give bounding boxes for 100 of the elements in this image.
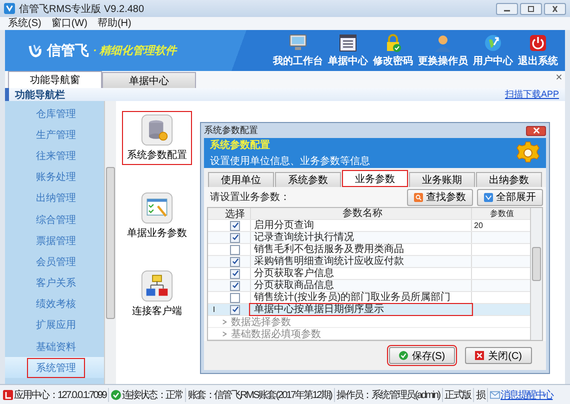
sidebar-label: 综合管理 [35, 214, 77, 228]
download-app-link[interactable]: 扫描下载APP [504, 88, 559, 101]
checkbox[interactable] [230, 220, 240, 230]
close-icon [532, 127, 540, 134]
window-title: 信管飞RMS专业版 V9.2.480 [19, 2, 146, 16]
feature-button[interactable]: 连接客户端 [122, 267, 192, 321]
database-gear-icon [141, 114, 173, 146]
status-text: 损 [476, 388, 485, 402]
checkbox[interactable] [230, 292, 240, 302]
toolbar-button[interactable]: 我的工作台 [272, 33, 324, 68]
status-text: 操作员：系统管理员(admin) [336, 388, 440, 402]
scrollbar[interactable] [530, 208, 542, 340]
column-header: 参数值 [489, 208, 515, 219]
sidebar-label: 账务处理 [35, 170, 77, 186]
checkbox[interactable] [230, 304, 240, 314]
sidebar-label: 会员管理 [35, 256, 77, 270]
toolbar-button[interactable]: 退出系统 [517, 33, 559, 68]
sidebar-label: 扩展应用 [35, 318, 77, 334]
sidebar-label: 出纳管理 [35, 192, 77, 206]
sidebar-label: 系统管理 [27, 358, 85, 378]
table-cell: 启用分页查询 [250, 220, 472, 231]
table-row[interactable]: 分页获取商品信息 [208, 280, 530, 292]
dialog-button[interactable]: 保存(S) [388, 347, 456, 364]
row-indicator: I [212, 305, 216, 314]
toolbar-button[interactable]: 单据中心 [327, 33, 369, 68]
checkbox[interactable] [230, 244, 240, 254]
table-cell-text: 20 [473, 221, 484, 230]
table-cell: 销售统计(按业务员)的部门取业务员所属部门 [250, 292, 472, 303]
sidebar-label: 仓库管理 [35, 108, 77, 122]
table-row[interactable]: 采购销售明细查询统计应收应付款 [208, 256, 530, 268]
power-icon [528, 33, 548, 53]
tab[interactable]: 业务账期 [409, 172, 475, 187]
table-cell: 分页获取客户信息 [250, 268, 472, 279]
feature-button[interactable]: 单据业务参数 [122, 189, 192, 243]
logo-text: 信管飞 [47, 42, 89, 60]
tab[interactable]: 使用单位 [208, 172, 274, 187]
tab[interactable]: 功能导航窗 [8, 71, 102, 88]
settings-icon [516, 141, 540, 165]
scrollbar[interactable] [104, 101, 116, 384]
toolbar-button[interactable]: 更换操作员 [417, 33, 469, 68]
sidebar-label: 票据管理 [35, 234, 77, 249]
table-cell: 销售毛利不包括服务及费用类商品 [250, 244, 472, 255]
sidebar-label: 客户关系 [35, 276, 77, 292]
table-cell: 采购销售明细查询统计应收应付款 [250, 256, 472, 267]
dialog-button[interactable]: 关闭(C) [465, 347, 532, 364]
column-header: 参数名称 [250, 208, 472, 219]
menu-item[interactable]: 系统(S) [8, 17, 42, 30]
nav-title: 功能导航栏 [15, 88, 65, 102]
tab[interactable]: 业务参数 [342, 170, 408, 187]
toolbar-button[interactable]: 修改密码 [372, 33, 414, 68]
tab[interactable]: 单据中心 [102, 72, 196, 88]
maximize-button[interactable] [520, 2, 542, 14]
table-row[interactable]: I 单据中心按单据日期倒序显示 [208, 304, 530, 316]
sidebar-label: 基础资料 [35, 340, 77, 355]
toolbar-button[interactable]: 用户中心 [472, 33, 514, 68]
list-icon [338, 33, 358, 53]
toolbar-button[interactable]: 全部展开 [477, 188, 543, 206]
prompt-label: 请设置业务参数： [210, 190, 290, 204]
dialog-heading: 系统参数配置 [210, 138, 271, 152]
check-icon [111, 390, 122, 400]
group-label: 数据选择参数 [231, 316, 291, 328]
checkbox[interactable] [230, 280, 240, 290]
close-icon [550, 6, 560, 12]
settings-window-icon [141, 192, 173, 224]
feature-button[interactable]: 系统参数配置 [122, 111, 192, 165]
dialog-subtitle: 设置使用单位信息、业务参数等信息 [210, 154, 370, 168]
status-text: 连接状态：正常 [122, 388, 183, 402]
checkbox[interactable] [230, 268, 240, 278]
dialog-title: 系统参数配置 [204, 124, 258, 137]
monitor-icon [288, 33, 308, 53]
table-cell: 单据中心按单据日期倒序显示 [250, 304, 472, 315]
network-icon [141, 270, 173, 302]
sidebar-label: 生产管理 [35, 128, 77, 143]
table-cell: 分页获取商品信息 [250, 280, 472, 291]
search-icon [414, 192, 423, 202]
table-row[interactable]: 记录查询统计执行情况 [208, 232, 530, 244]
tab[interactable]: 系统参数 [275, 172, 341, 187]
minimize-button[interactable] [496, 2, 518, 14]
mail-icon [490, 390, 500, 400]
close-button[interactable] [544, 2, 566, 14]
sidebar-label: 往来管理 [35, 150, 77, 164]
close-icon [475, 351, 484, 360]
expand-icon [484, 192, 493, 202]
checkbox[interactable] [230, 232, 240, 242]
status-text: 正式版 [444, 388, 471, 402]
close-icon[interactable] [556, 74, 562, 80]
toolbar-button[interactable]: 查找参数 [407, 188, 473, 206]
maximize-icon [526, 6, 536, 12]
status-text: 账套：信管飞RMS账套(2017年第12期) [188, 388, 332, 402]
table-cell: 记录查询统计执行情况 [250, 232, 472, 243]
app-logo-icon [4, 3, 15, 14]
close-button[interactable] [526, 126, 546, 136]
logo-icon [27, 42, 43, 58]
user-icon [433, 33, 453, 53]
menu-item[interactable]: 帮助(H) [97, 17, 132, 30]
checkbox[interactable] [230, 256, 240, 266]
sidebar-item[interactable]: 系统管理 [5, 357, 104, 378]
tab[interactable]: 出纳参数 [476, 172, 542, 187]
group-label: 基础数据必填项参数 [231, 328, 321, 340]
menu-item[interactable]: 窗口(W) [51, 17, 88, 30]
